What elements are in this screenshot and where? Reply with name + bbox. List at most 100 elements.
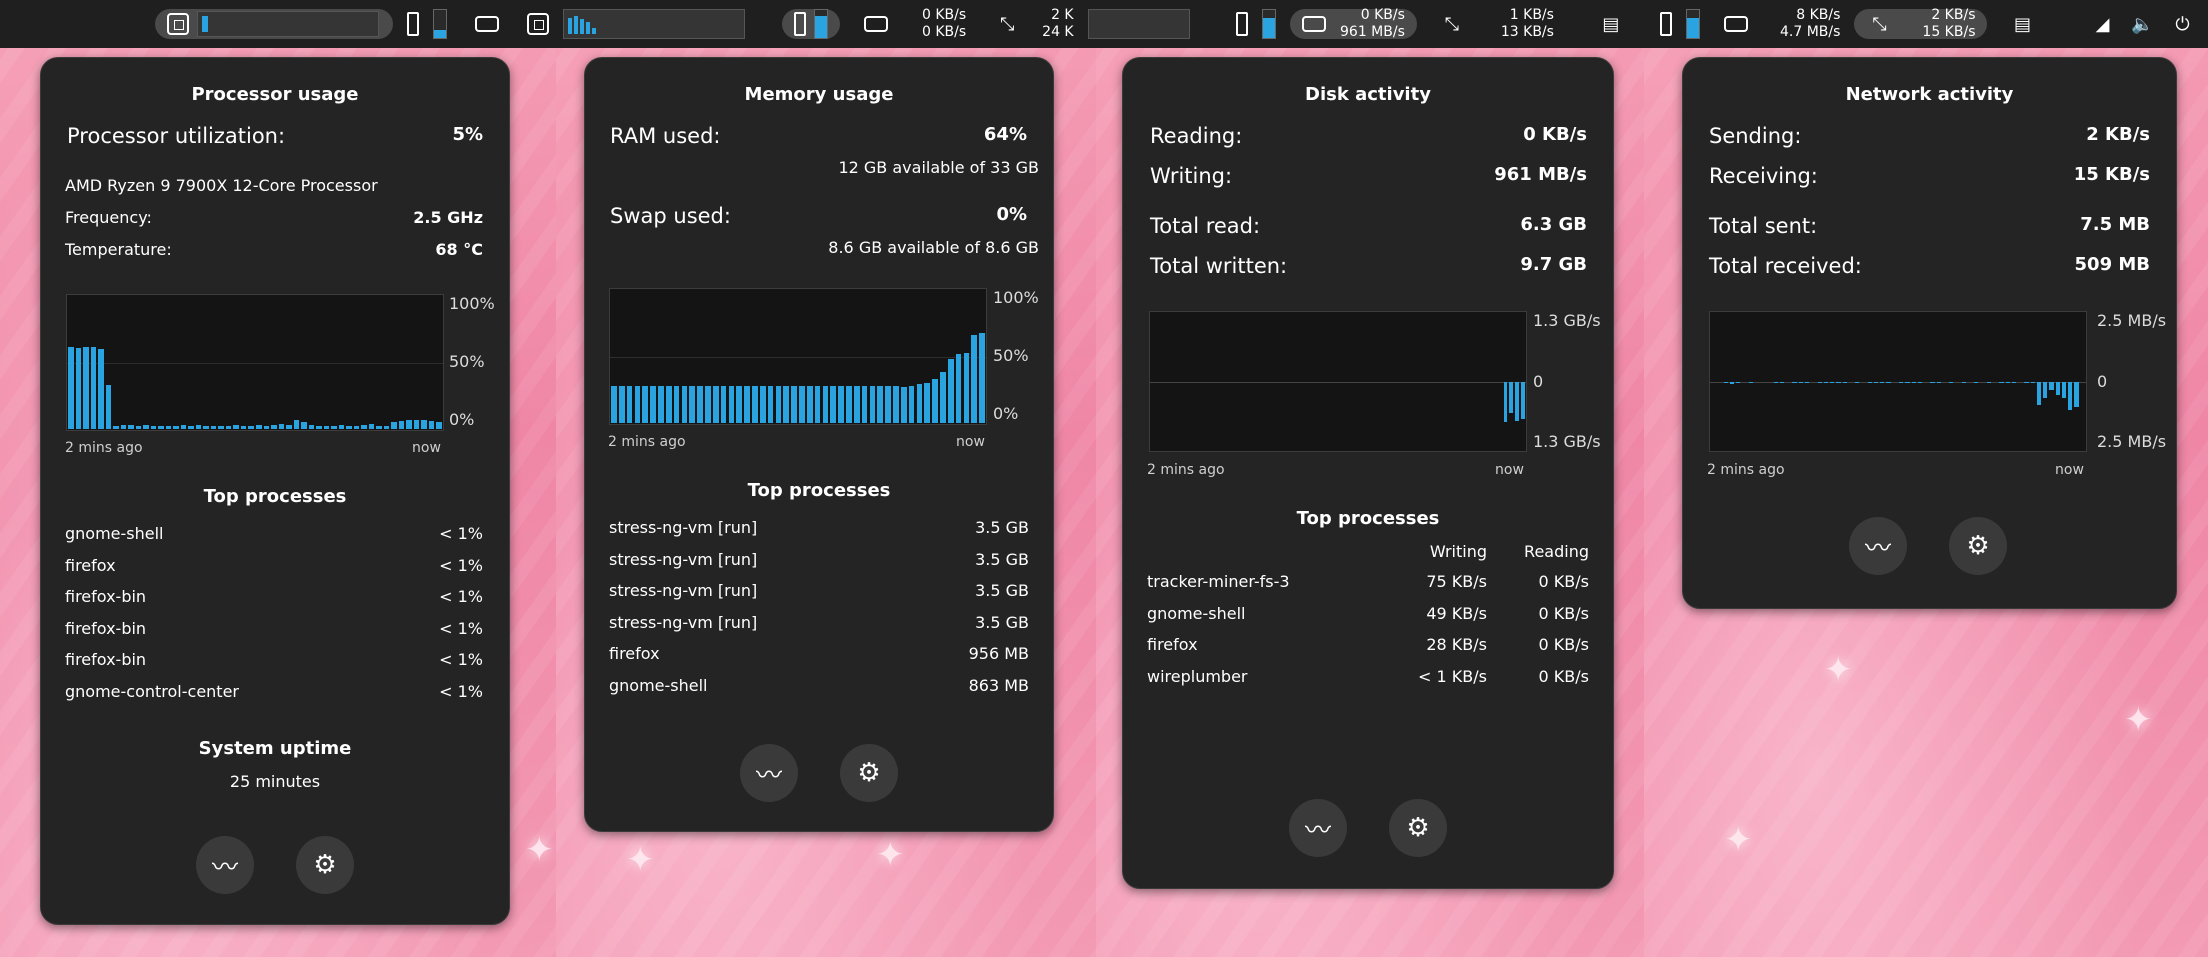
history-bar — [83, 346, 89, 429]
disk-icon[interactable] — [864, 16, 888, 32]
history-bar — [346, 426, 352, 429]
axis-label: 1.3 GB/s — [1533, 432, 1601, 451]
history-bar — [1748, 381, 1753, 383]
cpu-util-label: Processor utilization: — [67, 124, 286, 148]
history-bar — [1515, 381, 1520, 421]
memory-icon[interactable] — [1660, 12, 1672, 36]
history-bar — [1999, 381, 2004, 383]
history-bar — [1886, 381, 1891, 383]
cpu-indicator[interactable] — [155, 9, 393, 39]
history-bar — [2049, 381, 2054, 390]
cpu-history-graph — [66, 294, 444, 431]
system-monitor-button[interactable]: 〰 — [1289, 799, 1347, 857]
process-name: firefox — [1147, 635, 1198, 654]
history-bar — [658, 385, 664, 423]
history-bar — [248, 426, 254, 429]
moth-decoration-icon: ✦ — [525, 830, 554, 870]
cpu-icon[interactable] — [527, 13, 549, 35]
settings-button[interactable]: ⚙ — [1389, 799, 1447, 857]
history-bar — [143, 425, 149, 429]
history-bar — [1936, 381, 1941, 383]
process-reading: 0 KB/s — [1538, 603, 1589, 623]
memory-icon[interactable] — [407, 12, 419, 36]
disk-indicator[interactable]: 0 KB/s 961 MB/s — [1290, 7, 1417, 40]
power-icon[interactable]: ⏻ — [2169, 11, 2195, 37]
cpu-temp-label: Temperature: — [65, 240, 172, 259]
history-bar — [165, 426, 172, 429]
memory-icon — [794, 12, 806, 36]
history-bar — [1823, 381, 1829, 383]
axis-label: 0% — [449, 410, 475, 429]
cpu-icon — [167, 13, 189, 35]
history-bar — [90, 346, 97, 429]
history-bar — [1723, 381, 1728, 383]
system-monitor-button[interactable]: 〰 — [740, 744, 798, 802]
history-bar — [188, 426, 194, 429]
history-bar — [916, 384, 923, 423]
time-end: now — [412, 440, 441, 456]
time-end: now — [2055, 462, 2084, 478]
process-value: 956 MB — [968, 644, 1029, 663]
network-history-graph — [1709, 311, 2087, 452]
volume-icon[interactable]: 🔈 — [2129, 11, 2155, 37]
network-icon[interactable]: ⤡ — [1439, 11, 1465, 37]
process-value: < 1% — [439, 524, 483, 543]
disk-rates: 8 KB/s 4.7 MB/s — [1780, 7, 1840, 41]
axis-label: 0 — [1533, 372, 1544, 391]
network-indicator[interactable]: ⤡ 2 KB/s 15 KB/s — [1854, 7, 1988, 40]
history-bar — [814, 385, 821, 423]
process-name: wireplumber — [1147, 666, 1248, 686]
history-bar — [1817, 381, 1822, 383]
axis-label: 2.5 MB/s — [2097, 432, 2167, 451]
history-bar — [720, 385, 727, 423]
system-monitor-button[interactable]: 〰 — [1849, 517, 1907, 575]
disk-icon — [1302, 16, 1326, 32]
gpu-icon[interactable]: ▤ — [2009, 11, 2035, 37]
moth-decoration-icon: ✦ — [876, 835, 905, 875]
history-bar — [150, 426, 157, 429]
axis-label: 1.3 GB/s — [1533, 311, 1601, 330]
history-bar — [436, 422, 442, 429]
disk-icon[interactable] — [475, 16, 499, 32]
history-bar — [806, 385, 813, 423]
history-bar — [775, 385, 782, 423]
process-name: gnome-control-center — [65, 681, 239, 701]
history-bar — [1842, 381, 1847, 383]
history-bar — [1949, 381, 1954, 383]
history-bar — [1873, 381, 1879, 383]
time-end: now — [956, 434, 985, 450]
disk-history-graph — [1149, 311, 1527, 452]
moth-decoration-icon: ✦ — [2124, 700, 2153, 740]
disk-icon[interactable] — [1724, 16, 1748, 32]
history-bar — [158, 426, 164, 429]
process-writing: 49 KB/s — [1426, 603, 1487, 623]
activity-icon: 〰 — [1304, 815, 1331, 846]
axis-label: 50% — [993, 346, 1029, 365]
process-name: gnome-shell — [1147, 603, 1246, 623]
network-icon[interactable]: ⤡ — [994, 11, 1020, 37]
cpu-mini-graph — [197, 11, 379, 37]
history-bar — [830, 385, 837, 423]
uptime-title: System uptime — [198, 738, 352, 759]
history-bar — [1836, 381, 1841, 383]
history-bar — [940, 372, 946, 423]
moth-decoration-icon: ✦ — [1824, 650, 1853, 690]
disk-read-rate: 0 KB/s — [1360, 7, 1405, 23]
wifi-icon[interactable]: ◢ — [2089, 11, 2115, 37]
total-received-label: Total received: — [1709, 254, 1862, 278]
system-monitor-button[interactable]: 〰 — [196, 836, 254, 894]
settings-button[interactable]: ⚙ — [296, 836, 354, 894]
total-sent-value: 7.5 MB — [2080, 214, 2150, 235]
activity-icon: 〰 — [211, 852, 238, 883]
memory-indicator[interactable] — [782, 9, 840, 39]
settings-button[interactable]: ⚙ — [1949, 517, 2007, 575]
process-writing: 28 KB/s — [1426, 635, 1487, 654]
network-mini-graph — [1087, 9, 1190, 39]
history-bar — [2036, 381, 2042, 406]
history-bar — [877, 385, 884, 423]
history-bar — [2068, 381, 2073, 410]
settings-button[interactable]: ⚙ — [840, 744, 898, 802]
gpu-icon[interactable]: ▤ — [1598, 11, 1624, 37]
receiving-value: 15 KB/s — [2073, 164, 2150, 185]
memory-icon[interactable] — [1236, 12, 1248, 36]
